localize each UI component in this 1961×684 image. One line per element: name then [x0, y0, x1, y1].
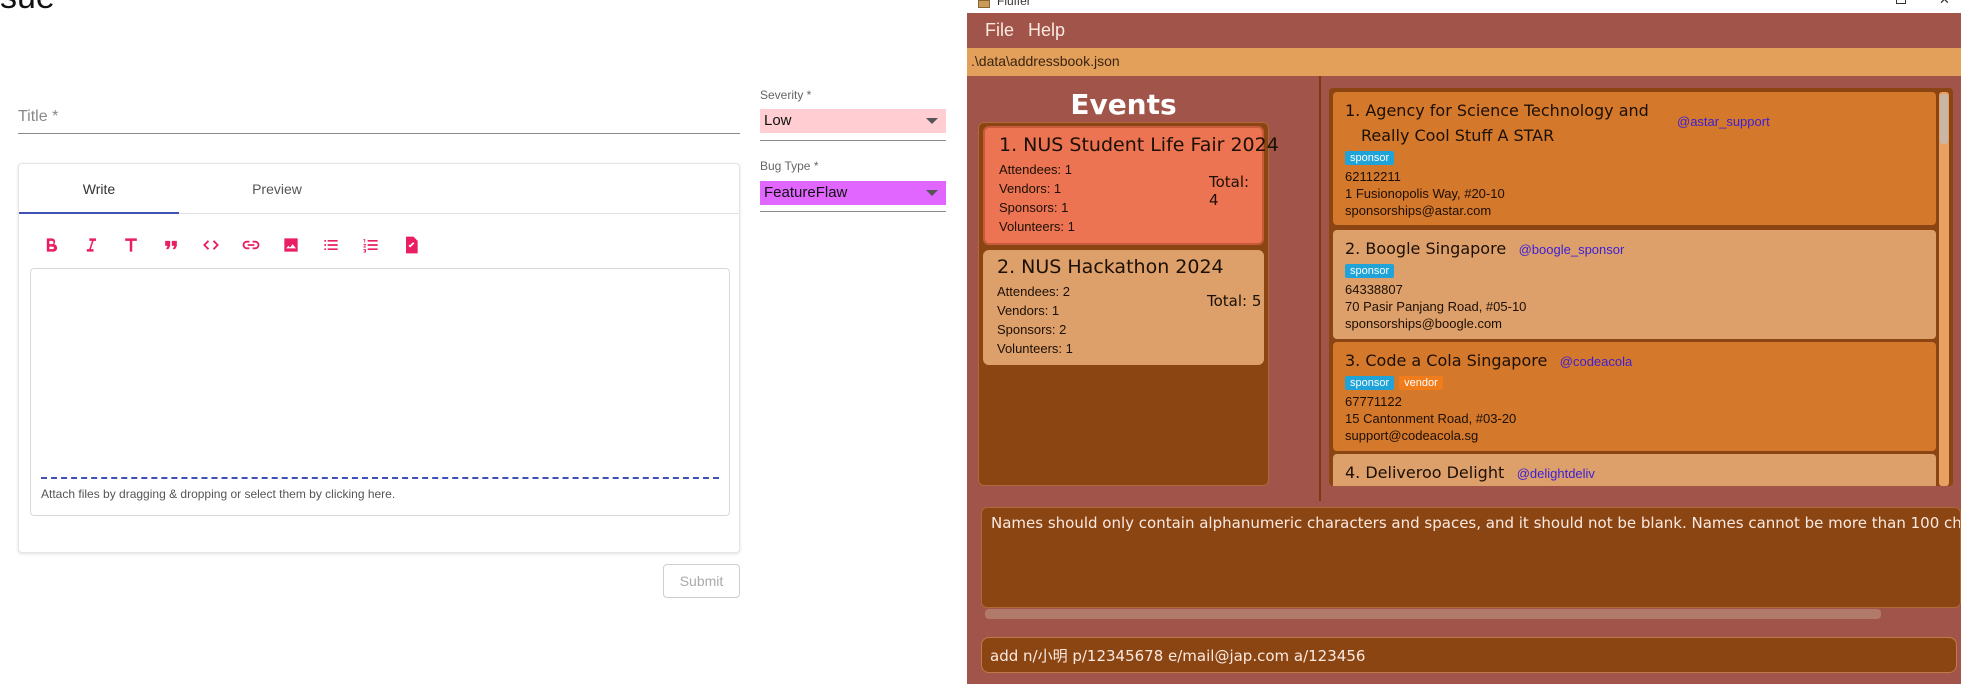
severity-value: Low	[764, 112, 792, 129]
event-volunteers: Volunteers: 1	[999, 219, 1075, 234]
contact-name: 1. Agency for Science Technology and	[1345, 101, 1649, 120]
contact-name: 2. Boogle Singapore	[1345, 239, 1507, 258]
editor-tabs: Write Preview	[19, 164, 739, 214]
event-total: Total: 4	[1209, 173, 1250, 209]
comment-editor: Write Preview Attach files by dragging &…	[18, 163, 740, 553]
contact-name: 4. Deliveroo Delight	[1345, 463, 1505, 482]
event-title: 2. NUS Hackathon 2024	[997, 256, 1224, 278]
menu-file[interactable]: File	[985, 20, 1014, 41]
menu-help[interactable]: Help	[1028, 20, 1065, 41]
result-hscrollbar[interactable]	[985, 609, 1881, 619]
app-icon	[978, 0, 990, 8]
quote-icon[interactable]	[151, 230, 191, 260]
window-titlebar: Fluffer ✕	[967, 0, 1961, 13]
drop-zone-divider	[41, 477, 719, 479]
close-icon[interactable]: ✕	[1939, 0, 1950, 8]
panel-divider[interactable]	[1319, 76, 1321, 501]
sponsor-tag: sponsor	[1345, 376, 1395, 390]
contact-address: 1 Fusionopolis Way, #20-10	[1345, 186, 1505, 201]
event-card[interactable]: 2. NUS Hackathon 2024 Attendees: 2 Vendo…	[983, 250, 1264, 365]
command-box[interactable]	[981, 637, 1957, 673]
bulleted-list-icon[interactable]	[311, 230, 351, 260]
chevron-down-icon	[926, 118, 938, 124]
code-icon[interactable]	[191, 230, 231, 260]
bug-type-label: Bug Type *	[760, 159, 819, 173]
page-title: sue	[0, 0, 55, 17]
italic-icon[interactable]	[71, 230, 111, 260]
bug-type-value: FeatureFlaw	[764, 184, 848, 201]
window-title: Fluffer	[997, 0, 1031, 8]
sponsor-tag: sponsor	[1345, 264, 1395, 278]
attach-files-hint[interactable]: Attach files by dragging & dropping or s…	[41, 487, 395, 501]
contact-name: 3. Code a Cola Singapore	[1345, 351, 1548, 370]
contact-handle: @boogle_sponsor	[1518, 242, 1625, 257]
contact-phone: 67771122	[1345, 394, 1402, 409]
event-card[interactable]: 1. NUS Student Life Fair 2024 Attendees:…	[983, 126, 1279, 245]
image-icon[interactable]	[271, 230, 311, 260]
contact-handle: @astar_support	[1677, 114, 1770, 129]
menu-bar: File Help	[967, 13, 1961, 48]
event-volunteers: Volunteers: 1	[997, 341, 1073, 356]
submit-button[interactable]: Submit	[663, 564, 740, 598]
sponsor-tag: sponsor	[1345, 151, 1395, 165]
contact-card[interactable]: 3. Code a Cola Singapore @codeacola spon…	[1333, 342, 1936, 451]
command-input[interactable]	[990, 642, 1940, 668]
events-list[interactable]: 1. NUS Student Life Fair 2024 Attendees:…	[978, 122, 1279, 486]
scrollbar-thumb[interactable]	[1940, 94, 1948, 144]
severity-underline	[760, 140, 946, 141]
contact-address: 15 Cantonment Road, #03-20	[1345, 411, 1517, 426]
contact-phone: 64338807	[1345, 282, 1403, 297]
severity-label: Severity *	[760, 88, 812, 102]
link-icon[interactable]	[231, 230, 271, 260]
event-title: 1. NUS Student Life Fair 2024	[999, 134, 1279, 156]
markdown-toolbar	[31, 230, 431, 260]
numbered-list-icon[interactable]	[351, 230, 391, 260]
events-heading: Events	[1070, 88, 1177, 121]
event-sponsors: Sponsors: 2	[997, 322, 1067, 337]
result-display: Names should only contain alphanumeric c…	[981, 507, 1961, 608]
bug-type-underline	[760, 211, 946, 212]
severity-select[interactable]: Low	[760, 109, 946, 133]
contact-phone: 62112211	[1345, 169, 1401, 184]
file-path-bar: .\data\addressbook.json	[967, 48, 1961, 76]
contacts-list[interactable]: 1. Agency for Science Technology and Rea…	[1329, 88, 1953, 486]
vendor-tag: vendor	[1399, 376, 1443, 390]
file-path: .\data\addressbook.json	[971, 53, 1120, 69]
chevron-down-icon	[926, 190, 938, 196]
bug-type-select[interactable]: FeatureFlaw	[760, 181, 946, 205]
contact-handle: @delightdeliv	[1516, 466, 1595, 481]
comment-textarea[interactable]: Attach files by dragging & dropping or s…	[30, 268, 730, 516]
contact-card[interactable]: 1. Agency for Science Technology and Rea…	[1333, 92, 1936, 225]
contact-email: sponsorships@boogle.com	[1345, 316, 1503, 331]
task-list-icon[interactable]	[391, 230, 431, 260]
contact-card[interactable]: 2. Boogle Singapore @boogle_sponsor spon…	[1333, 230, 1936, 339]
contact-address: 70 Pasir Panjang Road, #05-10	[1345, 299, 1527, 314]
contacts-scrollbar[interactable]	[1939, 92, 1949, 486]
bold-icon[interactable]	[31, 230, 71, 260]
contact-handle: @codeacola	[1559, 354, 1633, 369]
contact-email: sponsorships@astar.com	[1345, 203, 1492, 218]
contact-card[interactable]: 4. Deliveroo Delight @delightdeliv	[1333, 454, 1936, 486]
contact-name-continued: Really Cool Stuff A STAR	[1361, 126, 1555, 145]
events-panel: Events 1. NUS Student Life Fair 2024 Att…	[978, 88, 1279, 486]
heading-icon[interactable]	[111, 230, 151, 260]
tab-write[interactable]: Write	[19, 164, 179, 214]
contact-email: support@codeacola.sg	[1345, 428, 1479, 443]
maximize-icon[interactable]	[1896, 0, 1906, 4]
title-placeholder: Title *	[18, 108, 59, 125]
tab-preview[interactable]: Preview	[197, 164, 357, 214]
title-input[interactable]: Title *	[18, 102, 740, 134]
result-message: Names should only contain alphanumeric c…	[991, 514, 1961, 532]
event-total: Total: 5	[1207, 292, 1262, 310]
